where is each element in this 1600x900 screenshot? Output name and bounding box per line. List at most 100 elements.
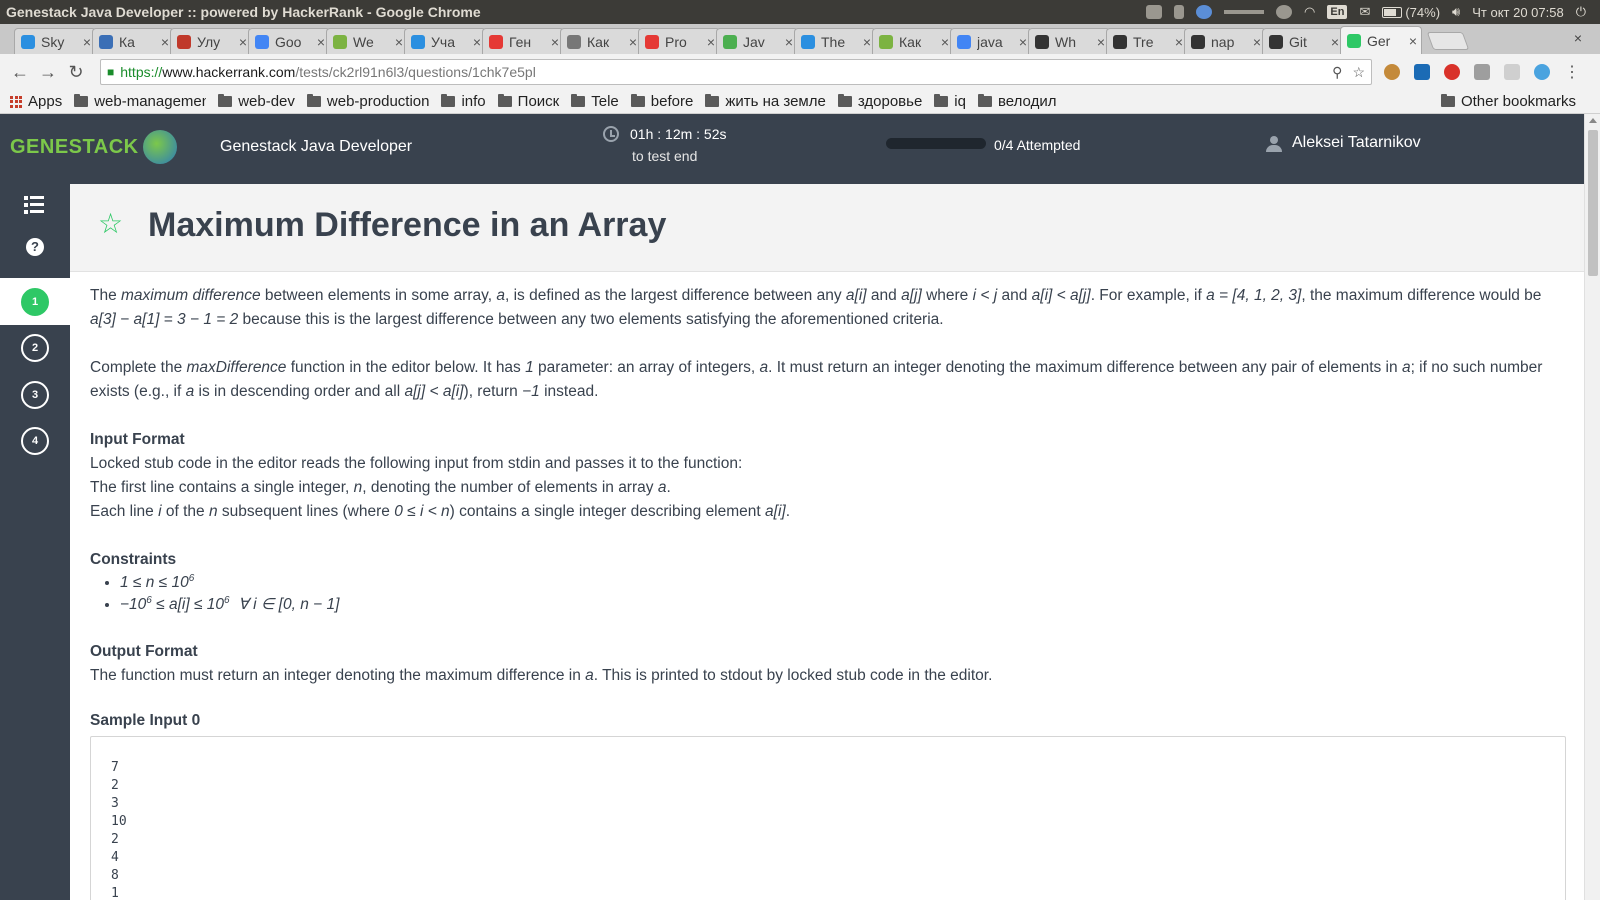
bookmark-apps[interactable]: Apps (10, 93, 62, 110)
browser-tab[interactable]: Wh × (1028, 28, 1110, 54)
tab-close-icon[interactable]: × (941, 34, 949, 50)
sync-icon[interactable] (1276, 5, 1293, 19)
tab-close-icon[interactable]: × (863, 34, 871, 50)
system-monitor-icon[interactable] (1224, 10, 1265, 14)
tab-close-icon[interactable]: × (1253, 34, 1261, 50)
browser-tab[interactable]: Tre × (1106, 28, 1188, 54)
d-extension-icon[interactable] (1534, 64, 1550, 80)
network-monitor-icon[interactable] (1146, 5, 1163, 19)
tab-close-icon[interactable]: × (551, 34, 559, 50)
mail-icon[interactable]: ✉ (1359, 4, 1370, 20)
browser-tab[interactable]: Ка × (92, 28, 174, 54)
bookmark-folder[interactable]: Поиск (497, 93, 559, 110)
reload-icon[interactable]: ↻ (62, 62, 90, 83)
tab-close-icon[interactable]: × (83, 34, 91, 50)
browser-tab[interactable]: nap × (1184, 28, 1266, 54)
bookmark-label: web-managemen (94, 93, 207, 110)
bookmark-label: велодил (997, 93, 1057, 110)
sample-input-box[interactable]: 7 2 3 10 2 4 8 1 (90, 736, 1566, 900)
tab-close-icon[interactable]: × (1175, 34, 1183, 50)
browser-tab[interactable]: Как × (872, 28, 954, 54)
help-icon[interactable]: ? (26, 238, 44, 256)
browser-tab[interactable]: Git × (1262, 28, 1344, 54)
tab-close-icon[interactable]: × (395, 34, 403, 50)
power-icon[interactable]: ⏻ (1576, 4, 1586, 20)
tab-close-icon[interactable]: × (161, 34, 169, 50)
chrome-menu-icon[interactable]: ⋮ (1564, 62, 1580, 82)
clock[interactable]: Чт окт 20 07:58 (1472, 5, 1563, 20)
browser-tab[interactable]: Как × (560, 28, 642, 54)
pattern-extension-icon[interactable] (1504, 64, 1520, 80)
bookmark-folder[interactable]: web-production (306, 93, 429, 110)
adblock-extension-icon[interactable] (1444, 64, 1460, 80)
new-tab-button[interactable] (1426, 32, 1470, 50)
bookmark-folder[interactable]: здоровье (837, 93, 922, 110)
back-icon[interactable]: ← (6, 62, 34, 83)
bookmark-folder[interactable]: info (441, 93, 486, 110)
tab-close-icon[interactable]: × (1019, 34, 1027, 50)
bookmark-other[interactable]: Other bookmarks (1440, 93, 1576, 110)
question-nav-item[interactable]: 2 (0, 324, 70, 371)
tab-close-icon[interactable]: × (317, 34, 325, 50)
scroll-thumb[interactable] (1588, 130, 1598, 276)
keyboard-layout-indicator[interactable]: En (1327, 5, 1348, 19)
tab-close-icon[interactable]: × (1097, 34, 1105, 50)
bookmark-star-icon[interactable]: ☆ (1352, 64, 1365, 81)
question-list-icon[interactable] (24, 196, 46, 214)
genestack-logo[interactable]: GENESTACK (10, 130, 177, 164)
volume-icon[interactable]: 🔊︎ (1452, 4, 1460, 20)
x-extension-icon[interactable] (1414, 64, 1430, 80)
math-text: maximum difference (121, 287, 261, 304)
bookmark-folder[interactable]: велодил (977, 93, 1057, 110)
problem-description: The maximum difference between elements … (90, 284, 1570, 332)
address-bar[interactable]: ■ https://www.hackerrank.com/tests/ck2rl… (100, 59, 1372, 85)
scroll-up-arrow-icon[interactable] (1589, 118, 1597, 123)
browser-tab[interactable]: The × (794, 28, 876, 54)
bookmark-label: before (650, 93, 694, 110)
tab-close-icon[interactable]: × (239, 34, 247, 50)
tab-close-icon[interactable]: × (1409, 33, 1417, 49)
browser-tab[interactable]: Pro × (638, 28, 720, 54)
tab-close-icon[interactable]: × (707, 34, 715, 50)
question-nav-item[interactable]: 4 (0, 417, 70, 464)
tab-title: Ка (119, 33, 135, 50)
thermometer-icon[interactable] (1174, 5, 1185, 19)
browser-tab[interactable]: Jav × (716, 28, 798, 54)
bookmark-folder[interactable]: Tele (571, 93, 619, 110)
browser-tab[interactable]: Sky × (14, 28, 96, 54)
messenger-icon[interactable] (1196, 5, 1213, 19)
math-text: n (353, 479, 363, 496)
battery-indicator[interactable]: (74%) (1382, 5, 1440, 20)
tab-strip-close-icon[interactable]: × (1574, 30, 1582, 46)
bookmark-folder[interactable]: web-managemen (74, 93, 206, 110)
browser-tab[interactable]: Ger × (1340, 26, 1422, 54)
math-text: a[j] (901, 287, 922, 304)
bookmark-folder[interactable]: web-dev (218, 93, 295, 110)
bookmark-folder[interactable]: жить на земле (705, 93, 826, 110)
lock-icon[interactable]: ■ (107, 65, 114, 79)
tab-close-icon[interactable]: × (473, 34, 481, 50)
key-icon[interactable]: ⚲ (1332, 64, 1342, 81)
browser-tab[interactable]: Ген × (482, 28, 564, 54)
wifi-icon[interactable]: ◠ (1304, 4, 1315, 20)
browser-tab[interactable]: java × (950, 28, 1032, 54)
tab-close-icon[interactable]: × (1331, 34, 1339, 50)
bookmark-folder[interactable]: iq (934, 93, 966, 110)
user-name[interactable]: Aleksei Tatarnikov (1292, 134, 1421, 152)
bookmark-folder[interactable]: before (630, 93, 694, 110)
tab-close-icon[interactable]: × (629, 34, 637, 50)
folder-icon (837, 94, 852, 107)
browser-tab[interactable]: Goo × (248, 28, 330, 54)
tab-close-icon[interactable]: × (785, 34, 793, 50)
question-nav-item[interactable]: 1 (0, 278, 70, 325)
browser-tab[interactable]: Улу × (170, 28, 252, 54)
page-scrollbar[interactable] (1584, 114, 1600, 900)
forward-icon[interactable]: → (34, 62, 62, 83)
browser-tab[interactable]: We × (326, 28, 408, 54)
grid-extension-icon[interactable] (1474, 64, 1490, 80)
cookie-extension-icon[interactable] (1384, 64, 1400, 80)
user-icon[interactable] (1266, 136, 1282, 152)
bookmark-star-icon[interactable]: ☆ (98, 210, 123, 238)
browser-tab[interactable]: Уча × (404, 28, 486, 54)
question-nav-item[interactable]: 3 (0, 371, 70, 418)
